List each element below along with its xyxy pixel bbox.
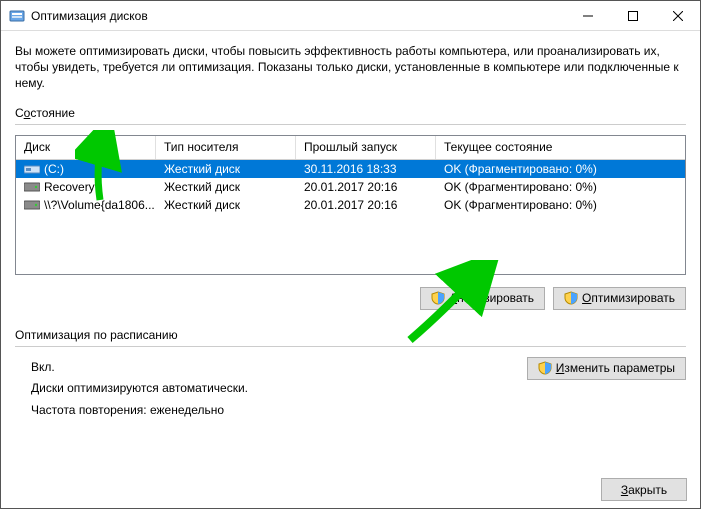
close-icon — [673, 11, 683, 21]
schedule-section-label: Оптимизация по расписанию — [15, 328, 686, 342]
schedule-line1: Диски оптимизируются автоматически. — [31, 378, 527, 400]
cell-media: Жесткий диск — [156, 198, 296, 212]
optimize-button[interactable]: Оптимизировать — [553, 287, 686, 310]
divider — [15, 346, 686, 347]
maximize-button[interactable] — [610, 1, 655, 30]
analyze-button[interactable]: Анализировать — [420, 287, 545, 310]
hdd-icon — [24, 199, 40, 211]
titlebar: Оптимизация дисков — [1, 1, 700, 31]
cell-state: OK (Фрагментировано: 0%) — [436, 180, 685, 194]
maximize-icon — [628, 11, 638, 21]
minimize-button[interactable] — [565, 1, 610, 30]
col-state[interactable]: Текущее состояние — [436, 136, 685, 159]
table-row[interactable]: \\?\Volume{da1806...Жесткий диск20.01.20… — [16, 196, 685, 214]
cell-state: OK (Фрагментировано: 0%) — [436, 198, 685, 212]
schedule-status: Вкл. — [31, 357, 527, 379]
minimize-icon — [583, 11, 593, 21]
shield-icon — [564, 291, 578, 305]
column-headers: Диск Тип носителя Прошлый запуск Текущее… — [16, 136, 685, 160]
cell-disk: (C:) — [16, 162, 156, 176]
status-section-label: Состояние — [15, 106, 686, 120]
col-disk[interactable]: Диск — [16, 136, 156, 159]
app-icon — [9, 8, 25, 24]
disk-name: \\?\Volume{da1806... — [44, 198, 155, 212]
cell-disk: \\?\Volume{da1806... — [16, 198, 156, 212]
cell-lastrun: 20.01.2017 20:16 — [296, 198, 436, 212]
table-row[interactable]: (C:) Жесткий диск30.11.2016 18:33OK (Фраг… — [16, 160, 685, 178]
hdd-icon — [24, 181, 40, 193]
intro-text: Вы можете оптимизировать диски, чтобы по… — [15, 43, 686, 92]
close-dialog-button[interactable]: Закрыть — [601, 478, 687, 501]
drive-list[interactable]: Диск Тип носителя Прошлый запуск Текущее… — [15, 135, 686, 275]
cell-lastrun: 30.11.2016 18:33 — [296, 162, 436, 176]
divider — [15, 124, 686, 125]
cell-disk: Recovery — [16, 180, 156, 194]
cell-media: Жесткий диск — [156, 180, 296, 194]
cell-lastrun: 20.01.2017 20:16 — [296, 180, 436, 194]
col-media[interactable]: Тип носителя — [156, 136, 296, 159]
table-row[interactable]: Recovery Жесткий диск20.01.2017 20:16OK (… — [16, 178, 685, 196]
shield-icon — [538, 361, 552, 375]
cell-media: Жесткий диск — [156, 162, 296, 176]
close-button[interactable] — [655, 1, 700, 30]
cell-state: OK (Фрагментировано: 0%) — [436, 162, 685, 176]
drive-icon — [24, 163, 40, 175]
col-lastrun[interactable]: Прошлый запуск — [296, 136, 436, 159]
window-title: Оптимизация дисков — [31, 9, 148, 23]
schedule-info: Вкл. Диски оптимизируются автоматически.… — [15, 357, 527, 422]
change-settings-button[interactable]: Изменить параметры — [527, 357, 686, 380]
schedule-line2: Частота повторения: еженедельно — [31, 400, 527, 422]
shield-icon — [431, 291, 445, 305]
disk-name: (C:) — [44, 162, 64, 176]
disk-name: Recovery — [44, 180, 95, 194]
